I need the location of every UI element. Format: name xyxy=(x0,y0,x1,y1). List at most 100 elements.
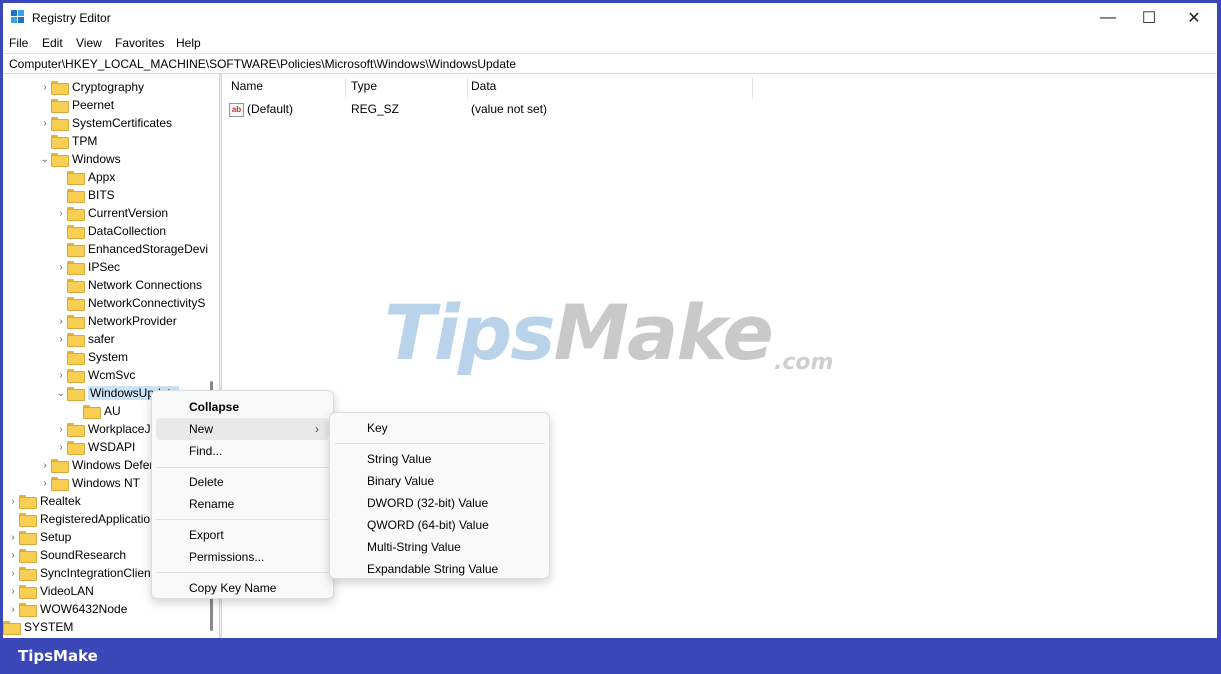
chevron-right-icon[interactable]: › xyxy=(7,582,19,600)
chevron-right-icon[interactable]: › xyxy=(7,492,19,510)
tree-item[interactable]: System xyxy=(55,348,128,366)
tree-item[interactable]: TPM xyxy=(39,132,97,150)
chevron-right-icon[interactable]: › xyxy=(39,114,51,132)
tree-item[interactable]: › CurrentVersion xyxy=(55,204,168,222)
chevron-down-icon[interactable]: ⌄ xyxy=(55,384,67,402)
chevron-right-icon[interactable]: › xyxy=(55,312,67,330)
tree-item[interactable]: SYSTEM xyxy=(3,618,73,636)
value-name[interactable]: (Default) xyxy=(247,102,293,116)
menu-item-new-label: New xyxy=(189,422,214,436)
column-header-name[interactable]: Name xyxy=(231,79,263,93)
tree-item-label: DataCollection xyxy=(88,224,167,238)
tree-item[interactable]: › SoundResearch xyxy=(7,546,126,564)
tree-item[interactable]: ⌄ Windows xyxy=(39,150,121,168)
tree-item[interactable]: › SystemCertificates xyxy=(39,114,172,132)
column-divider[interactable] xyxy=(345,77,346,99)
column-divider[interactable] xyxy=(752,77,753,99)
tree-item[interactable]: › safer xyxy=(55,330,115,348)
chevron-right-icon[interactable]: › xyxy=(55,258,67,276)
tree-item[interactable]: BITS xyxy=(55,186,115,204)
chevron-right-icon[interactable]: › xyxy=(39,78,51,96)
menu-help[interactable]: Help xyxy=(176,36,201,50)
tree-item[interactable]: › Realtek xyxy=(7,492,81,510)
tree-item[interactable]: DataCollection xyxy=(55,222,166,240)
close-button[interactable]: ✕ xyxy=(1171,3,1217,33)
chevron-right-icon[interactable]: › xyxy=(39,474,51,492)
chevron-right-icon[interactable]: › xyxy=(55,438,67,456)
tree-item[interactable]: › IPSec xyxy=(55,258,120,276)
folder-icon xyxy=(67,369,85,383)
chevron-right-icon[interactable]: › xyxy=(39,456,51,474)
tree-item[interactable]: › WcmSvc xyxy=(55,366,135,384)
menu-item-permissions[interactable]: Permissions... xyxy=(156,546,329,568)
tree-item[interactable]: Peernet xyxy=(39,96,114,114)
column-header-type[interactable]: Type xyxy=(351,79,377,93)
submenu-item-binary-value[interactable]: Binary Value xyxy=(334,470,545,492)
menu-item-collapse[interactable]: Collapse xyxy=(156,396,329,418)
menu-item-new[interactable]: New › xyxy=(156,418,329,440)
tree-item-label: CurrentVersion xyxy=(88,206,169,220)
submenu-item-expandable-string-value[interactable]: Expandable String Value xyxy=(334,558,545,580)
tree-item[interactable]: › Windows Defer xyxy=(39,456,153,474)
chevron-right-icon[interactable]: › xyxy=(55,204,67,222)
chevron-right-icon[interactable]: › xyxy=(7,600,19,618)
window-title: Registry Editor xyxy=(32,11,111,25)
tree-item[interactable]: RegisteredApplication xyxy=(7,510,157,528)
minimize-button[interactable]: — xyxy=(1085,3,1131,33)
folder-icon xyxy=(67,423,85,437)
tree-expander-placeholder xyxy=(7,510,19,528)
value-data[interactable]: (value not set) xyxy=(471,102,547,116)
folder-icon xyxy=(51,135,69,149)
tree-item[interactable]: › NetworkProvider xyxy=(55,312,177,330)
folder-icon xyxy=(19,531,37,545)
menu-separator xyxy=(156,572,329,573)
tree-item[interactable]: NetworkConnectivityS xyxy=(55,294,205,312)
value-type[interactable]: REG_SZ xyxy=(351,102,399,116)
tree-item[interactable]: › WSDAPI xyxy=(55,438,135,456)
column-divider[interactable] xyxy=(467,77,468,99)
menu-item-delete[interactable]: Delete xyxy=(156,471,329,493)
tree-item[interactable]: › Windows NT xyxy=(39,474,140,492)
folder-icon xyxy=(51,81,69,95)
submenu-item-key[interactable]: Key xyxy=(334,417,545,439)
tree-item[interactable]: › Cryptography xyxy=(39,78,144,96)
menu-file[interactable]: File xyxy=(9,36,28,50)
tree-item[interactable]: Appx xyxy=(55,168,115,186)
tree-item[interactable]: › Setup xyxy=(7,528,71,546)
chevron-right-icon[interactable]: › xyxy=(7,564,19,582)
tree-item[interactable]: AU xyxy=(71,402,121,420)
menu-favorites[interactable]: Favorites xyxy=(115,36,164,50)
tree-item[interactable]: › SyncIntegrationClient xyxy=(7,564,154,582)
folder-icon xyxy=(19,513,37,527)
address-bar[interactable]: Computer\HKEY_LOCAL_MACHINE\SOFTWARE\Pol… xyxy=(3,53,1217,74)
tree-expander-placeholder xyxy=(55,240,67,258)
tree-item-label: VideoLAN xyxy=(40,584,94,598)
folder-icon xyxy=(3,621,21,635)
chevron-right-icon[interactable]: › xyxy=(55,366,67,384)
menu-view[interactable]: View xyxy=(76,36,102,50)
tree-item[interactable]: › VideoLAN xyxy=(7,582,94,600)
submenu-item-multi-string-value[interactable]: Multi-String Value xyxy=(334,536,545,558)
tree-item[interactable]: › WOW6432Node xyxy=(7,600,127,618)
submenu-item-dword-value[interactable]: DWORD (32-bit) Value xyxy=(334,492,545,514)
chevron-down-icon[interactable]: ⌄ xyxy=(39,150,51,168)
menu-item-copy-key-name[interactable]: Copy Key Name xyxy=(156,577,329,599)
string-value-icon: ab xyxy=(229,103,244,117)
menu-item-rename[interactable]: Rename xyxy=(156,493,329,515)
chevron-right-icon[interactable]: › xyxy=(7,528,19,546)
menu-item-export[interactable]: Export xyxy=(156,524,329,546)
maximize-button[interactable]: ☐ xyxy=(1126,3,1172,33)
folder-icon xyxy=(19,585,37,599)
chevron-right-icon[interactable]: › xyxy=(7,546,19,564)
submenu-item-qword-value[interactable]: QWORD (64-bit) Value xyxy=(334,514,545,536)
submenu-item-string-value[interactable]: String Value xyxy=(334,448,545,470)
tree-item[interactable]: › WorkplaceJo xyxy=(55,420,157,438)
tree-item[interactable]: Network Connections xyxy=(55,276,202,294)
tree-item[interactable]: EnhancedStorageDevi xyxy=(55,240,208,258)
chevron-right-icon[interactable]: › xyxy=(55,330,67,348)
column-header-data[interactable]: Data xyxy=(471,79,496,93)
address-path[interactable]: Computer\HKEY_LOCAL_MACHINE\SOFTWARE\Pol… xyxy=(9,57,516,71)
chevron-right-icon[interactable]: › xyxy=(55,420,67,438)
menu-edit[interactable]: Edit xyxy=(42,36,63,50)
menu-item-find[interactable]: Find... xyxy=(156,440,329,462)
